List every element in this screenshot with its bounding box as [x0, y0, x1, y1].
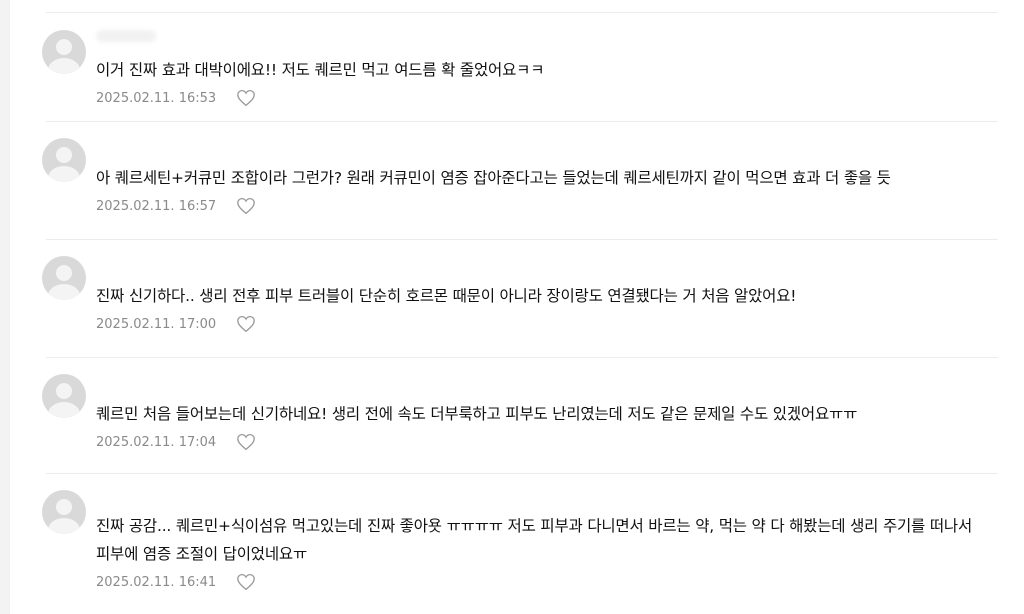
- comment-meta: 2025.02.11. 16:57: [96, 196, 256, 216]
- avatar-head-shape: [56, 499, 72, 515]
- heart-outline-icon[interactable]: [236, 433, 256, 451]
- comment-item: 아 퀘르세틴+커큐민 조합이라 그런가? 원래 커큐민이 염증 잡아준다고는 들…: [42, 122, 998, 240]
- comment-date: 2025.02.11. 16:57: [96, 198, 217, 214]
- comment-meta: 2025.02.11. 17:00: [96, 314, 256, 334]
- comment-text: 진짜 공감... 퀘르민+식이섬유 먹고있는데 진짜 좋아욧 ㅠㅠㅠㅠ 저도 피…: [96, 517, 973, 563]
- comment-text: 이거 진짜 효과 대박이에요!! 저도 퀘르민 먹고 여드름 확 줄었어요ㅋㅋ: [96, 61, 545, 79]
- avatar[interactable]: [42, 138, 86, 182]
- comment-date: 2025.02.11. 16:53: [96, 90, 217, 106]
- username-blurred: [96, 30, 156, 42]
- comment-date: 2025.02.11. 17:00: [96, 316, 217, 332]
- avatar-body-shape: [48, 166, 80, 182]
- avatar[interactable]: [42, 30, 86, 74]
- comment-meta: 2025.02.11. 16:41: [96, 572, 256, 592]
- avatar[interactable]: [42, 256, 86, 300]
- comment-item: 퀘르민 처음 들어보는데 신기하네요! 생리 전에 속도 더부룩하고 피부도 난…: [42, 358, 998, 474]
- comment-item: 이거 진짜 효과 대박이에요!! 저도 퀘르민 먹고 여드름 확 줄었어요ㅋㅋ …: [42, 22, 998, 122]
- avatar-body-shape: [48, 58, 80, 74]
- comment-text: 아 퀘르세틴+커큐민 조합이라 그런가? 원래 커큐민이 염증 잡아준다고는 들…: [96, 169, 891, 187]
- avatar-head-shape: [56, 39, 72, 55]
- avatar-body-shape: [48, 402, 80, 418]
- avatar-body-shape: [48, 518, 80, 534]
- comment-meta: 2025.02.11. 17:04: [96, 432, 256, 452]
- avatar[interactable]: [42, 490, 86, 534]
- heart-outline-icon[interactable]: [236, 315, 256, 333]
- top-divider: [46, 12, 998, 13]
- comment-text: 퀘르민 처음 들어보는데 신기하네요! 생리 전에 속도 더부룩하고 피부도 난…: [96, 405, 858, 423]
- heart-outline-icon[interactable]: [236, 197, 256, 215]
- avatar-body-shape: [48, 284, 80, 300]
- avatar-head-shape: [56, 147, 72, 163]
- comment-text: 진짜 신기하다.. 생리 전후 피부 트러블이 단순히 호르몬 때문이 아니라 …: [96, 287, 797, 305]
- comment-meta: 2025.02.11. 16:53: [96, 88, 256, 108]
- heart-outline-icon[interactable]: [236, 573, 256, 591]
- left-edge-strip: [0, 0, 10, 614]
- avatar-head-shape: [56, 383, 72, 399]
- comment-list-page: 이거 진짜 효과 대박이에요!! 저도 퀘르민 먹고 여드름 확 줄었어요ㅋㅋ …: [0, 0, 1024, 614]
- comment-date: 2025.02.11. 17:04: [96, 434, 217, 450]
- avatar[interactable]: [42, 374, 86, 418]
- comment-item: 진짜 신기하다.. 생리 전후 피부 트러블이 단순히 호르몬 때문이 아니라 …: [42, 240, 998, 358]
- avatar-head-shape: [56, 265, 72, 281]
- heart-outline-icon[interactable]: [236, 89, 256, 107]
- comment-date: 2025.02.11. 16:41: [96, 574, 217, 590]
- comment-item: 진짜 공감... 퀘르민+식이섬유 먹고있는데 진짜 좋아욧 ㅠㅠㅠㅠ 저도 피…: [42, 474, 998, 614]
